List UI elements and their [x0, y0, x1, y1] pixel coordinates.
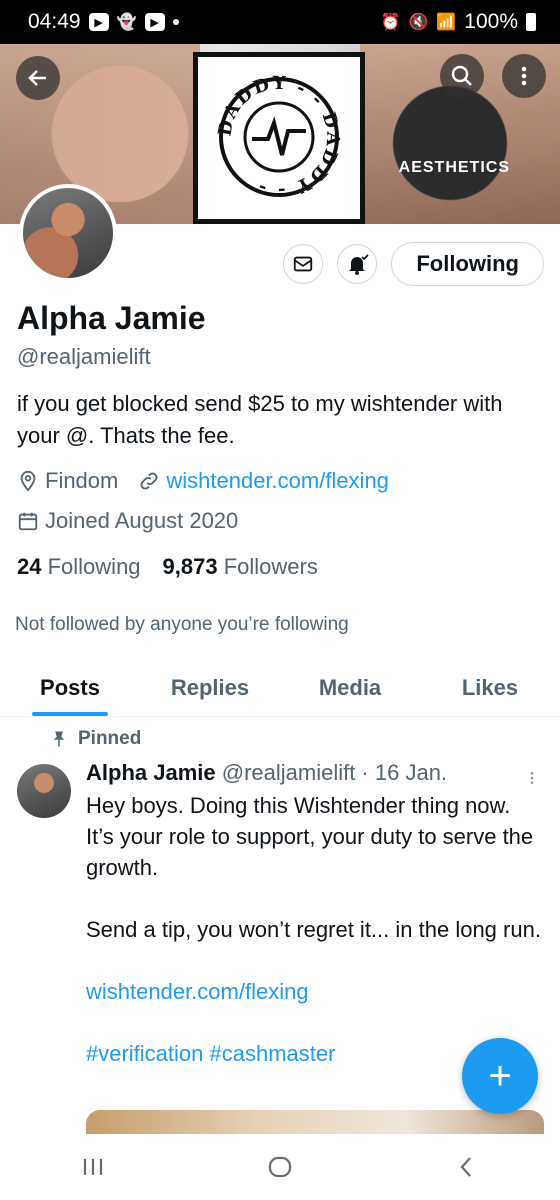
post-author[interactable]: Alpha Jamie: [86, 760, 216, 785]
back-arrow-icon: [28, 70, 46, 86]
not-followed-notice: Not followed by anyone you’re following: [15, 614, 349, 635]
tab-media[interactable]: Media: [280, 660, 420, 716]
follow-counts: 24 Following 9,873 Followers: [17, 554, 318, 580]
pinned-label: Pinned: [78, 728, 142, 749]
message-button[interactable]: [283, 244, 324, 284]
back-button[interactable]: [16, 56, 60, 100]
profile-location: Findom: [45, 468, 119, 493]
profile-joined: Joined August 2020: [45, 508, 239, 533]
post-more-icon[interactable]: [530, 768, 534, 788]
profile-tabs: Posts Replies Media Likes: [0, 660, 560, 717]
recents-icon[interactable]: [80, 1156, 106, 1178]
profile-actions: Following: [283, 242, 544, 286]
post-paragraph-2: Send a tip, you won’t regret it... in th…: [86, 917, 541, 942]
profile-joined-row: Joined August 2020: [17, 508, 238, 534]
home-icon[interactable]: [267, 1154, 293, 1180]
battery-icon: [526, 13, 536, 31]
profile-website[interactable]: wishtender.com/flexing: [166, 468, 389, 494]
daddy-logo-icon: DADDY - - DADDY - -: [216, 73, 341, 201]
tab-posts[interactable]: Posts: [0, 660, 140, 716]
snapchat-notification-icon: 👻: [116, 14, 137, 31]
followers-count-link[interactable]: 9,873 Followers: [163, 554, 318, 580]
wifi-icon: 📶: [436, 14, 457, 31]
tab-replies[interactable]: Replies: [140, 660, 280, 716]
alarm-icon: ⏰: [380, 14, 401, 31]
more-vertical-icon: [521, 66, 527, 86]
search-icon: [451, 65, 472, 86]
status-right: ⏰ 🔇 📶 100%: [381, 10, 536, 34]
status-left: 04:49 ▶ 👻 ▶: [28, 10, 179, 34]
more-options-button[interactable]: [502, 54, 546, 98]
following-count-link[interactable]: 24 Following: [17, 554, 141, 580]
profile-bio: if you get blocked send $25 to my wishte…: [17, 391, 503, 448]
more-notifications-dot: [172, 19, 179, 25]
tab-likes[interactable]: Likes: [420, 660, 560, 716]
profile-handle: @realjamielift: [17, 344, 151, 369]
battery-percent: 100%: [464, 10, 518, 33]
pin-icon: [53, 731, 65, 747]
search-button[interactable]: [440, 54, 484, 98]
profile-avatar[interactable]: [19, 184, 117, 282]
back-icon[interactable]: [454, 1154, 480, 1180]
calendar-icon: [18, 512, 38, 531]
location-icon: [20, 470, 36, 492]
compose-button[interactable]: +: [462, 1038, 538, 1114]
shirt-text: AESTHETICS: [398, 159, 510, 176]
post-handle-date: @realjamielift · 16 Jan.: [221, 760, 448, 785]
youtube-notification-icon-2: ▶: [144, 13, 165, 31]
youtube-notification-icon: ▶: [88, 13, 109, 31]
following-button[interactable]: Following: [391, 242, 544, 286]
notifications-button[interactable]: [337, 244, 378, 284]
system-nav-bar: [0, 1134, 560, 1200]
status-time: 04:49: [28, 10, 81, 33]
banner-logo: DADDY - - DADDY - -: [193, 52, 365, 224]
post-avatar[interactable]: [17, 764, 71, 818]
pinned-indicator: Pinned: [50, 728, 141, 750]
mute-icon: 🔇: [408, 14, 429, 31]
post-link[interactable]: wishtender.com/flexing: [86, 976, 544, 1007]
status-bar: 04:49 ▶ 👻 ▶ ⏰ 🔇 📶 100%: [0, 0, 560, 44]
profile-name: Alpha Jamie: [17, 300, 206, 336]
mail-icon: [294, 256, 313, 272]
bell-icon: [349, 254, 369, 275]
post-header: Alpha Jamie @realjamielift · 16 Jan.: [86, 760, 447, 786]
profile-meta-row: Findom wishtender.com/flexing: [17, 468, 389, 494]
post-paragraph-1: Hey boys. Doing this Wishtender thing no…: [86, 793, 534, 880]
link-icon: [140, 472, 158, 490]
